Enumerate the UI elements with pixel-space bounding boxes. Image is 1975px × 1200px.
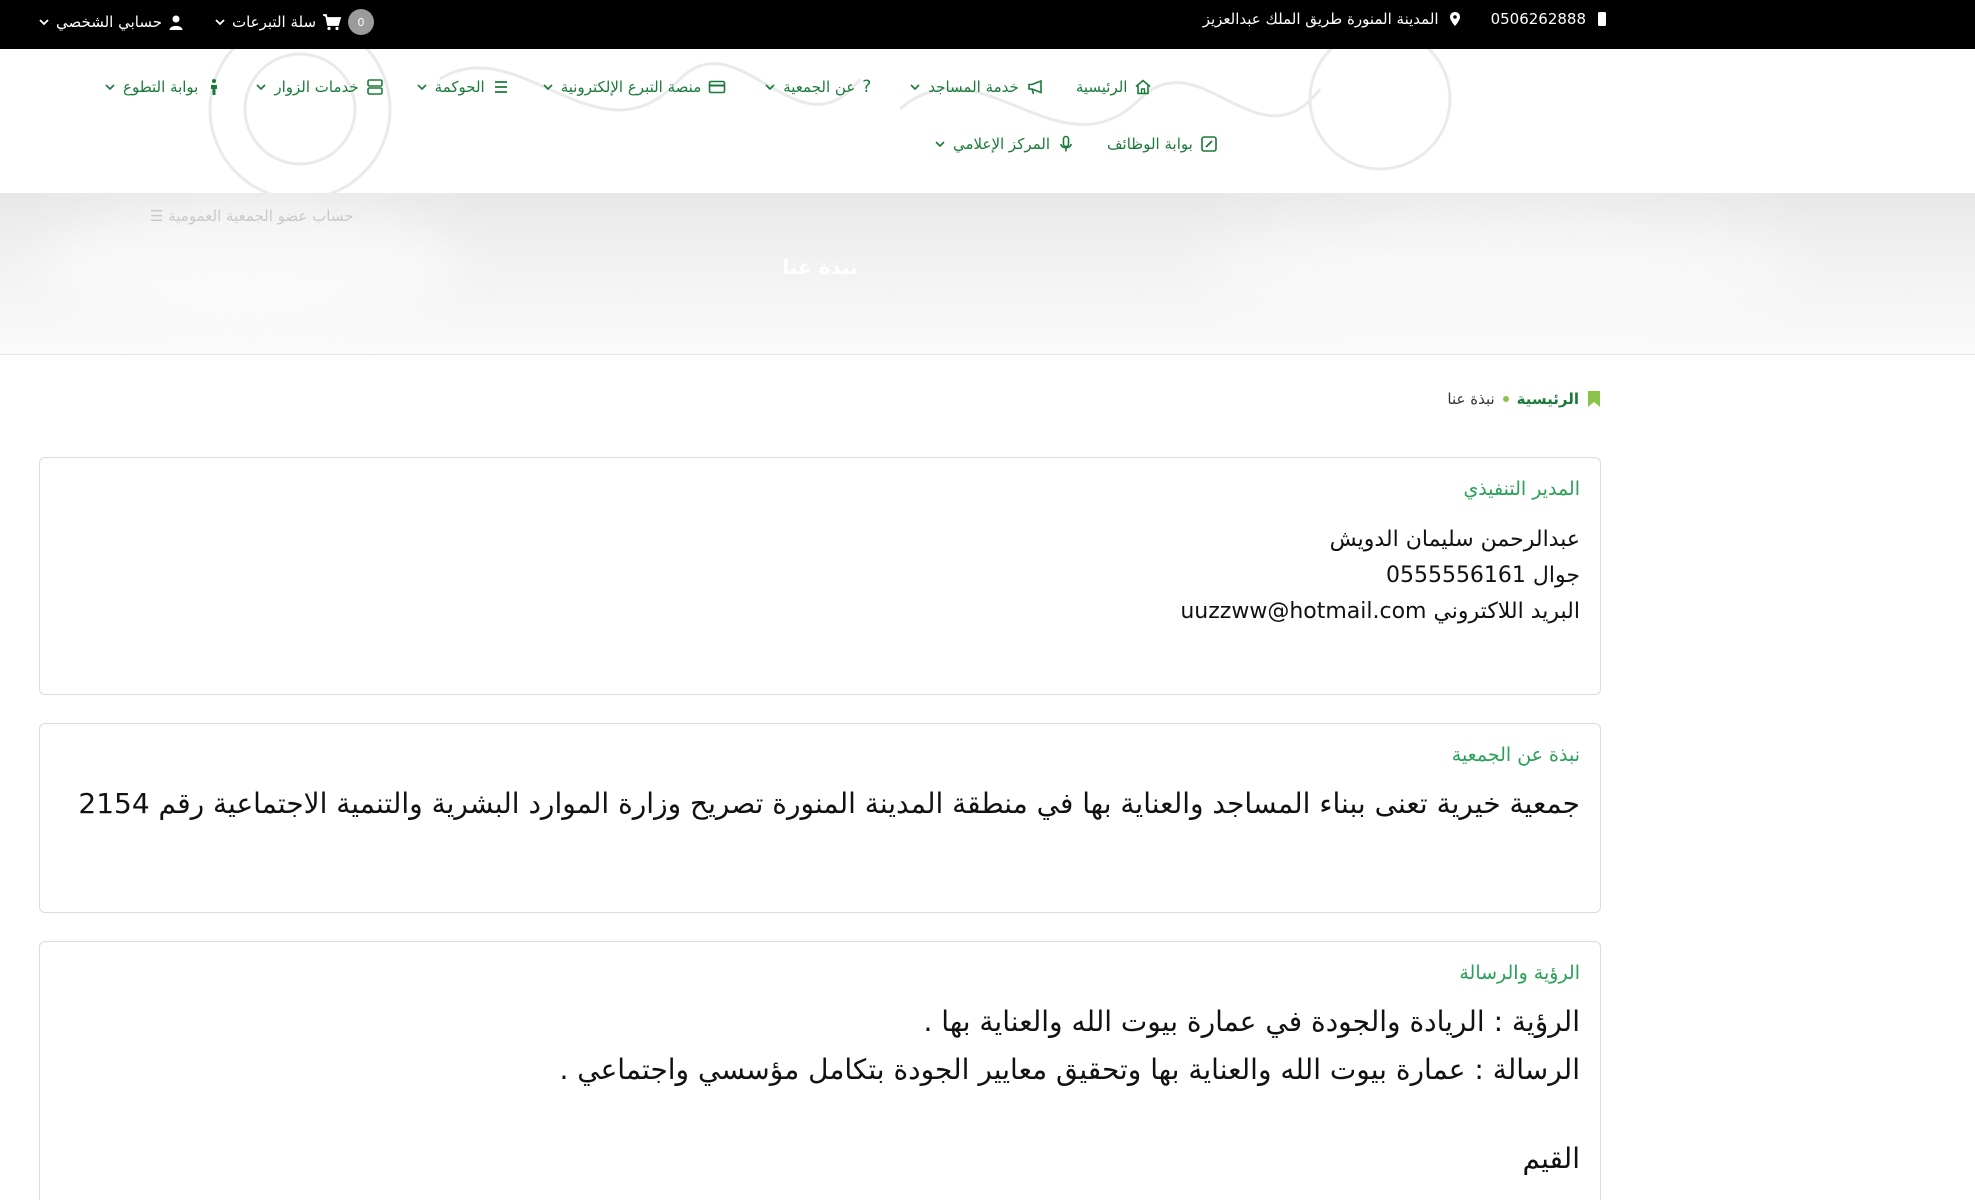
home-icon <box>1135 79 1152 95</box>
person-icon <box>211 79 218 95</box>
nav-item-media-center[interactable]: المركز الإعلامي <box>934 135 1075 153</box>
about-text: جمعية خيرية تعنى ببناء المساجد والعناية … <box>78 787 1580 820</box>
phone-text[interactable]: 0506262888 <box>1491 10 1586 28</box>
chevron-down-icon <box>39 19 49 26</box>
microphone-icon <box>1060 135 1072 152</box>
card-title: الرؤية والرسالة <box>1459 962 1580 984</box>
server-icon <box>366 79 383 95</box>
mission-text: الرسالة : عمارة بيوت الله والعناية بها و… <box>559 1053 1580 1086</box>
card-title: المدير التنفيذي <box>1463 478 1580 500</box>
cart-count-badge: 0 <box>348 9 375 35</box>
nav-label: الحوكمة <box>434 78 485 96</box>
user-area: حسابي الشخصي سلة التبرعات 0 <box>38 9 375 35</box>
list-icon: ☰ <box>150 207 164 225</box>
chevron-down-icon <box>543 84 553 91</box>
chevron-down-icon <box>910 84 920 91</box>
chevron-down-icon <box>215 19 225 26</box>
card-title: نبذة عن الجمعية <box>1451 744 1580 766</box>
page-title: نبذة عنا <box>782 255 858 279</box>
cart-label: سلة التبرعات <box>231 13 317 31</box>
bookmark-icon <box>1588 391 1600 407</box>
nav-item-donation-platform[interactable]: منصة التبرع الإلكترونية <box>542 78 727 96</box>
account-label: حسابي الشخصي <box>56 13 162 31</box>
nav-item-jobs[interactable]: بوابة الوظائف <box>1107 135 1218 153</box>
user-icon <box>169 15 183 30</box>
nav-label: الرئيسية <box>1075 78 1128 96</box>
nav-label: المركز الإعلامي <box>953 135 1051 153</box>
donation-cart[interactable]: سلة التبرعات 0 <box>214 9 375 35</box>
main-navigation: بوابة التطوع خدمات الزوار الحوكمة منصة ا… <box>0 49 1975 193</box>
nav-label: عن الجمعية <box>783 78 856 96</box>
breadcrumb-separator <box>1502 396 1509 402</box>
megaphone-icon <box>1028 79 1042 95</box>
address-text: المدينة المنورة طريق الملك عبدالعزيز <box>1202 10 1439 28</box>
top-bar: حسابي الشخصي سلة التبرعات 0 المدينة المن… <box>0 0 1975 49</box>
nav-label: بوابة الوظائف <box>1107 135 1193 153</box>
breadcrumb-home[interactable]: الرئيسية <box>1517 390 1579 408</box>
account-menu[interactable]: حسابي الشخصي <box>38 13 184 31</box>
question-icon: ? <box>862 77 872 97</box>
decorative-ornament <box>208 49 1452 193</box>
director-email: البريد اللاكتروني uuzzww@hotmail.com <box>1180 599 1580 624</box>
list-icon <box>494 81 507 93</box>
chevron-down-icon <box>417 84 427 91</box>
director-name: عبدالرحمن سليمان الدويش <box>1329 527 1580 552</box>
nav-row-primary: بوابة التطوع خدمات الزوار الحوكمة منصة ا… <box>104 77 1152 97</box>
member-account-link[interactable]: حساب عضو الجمعية العمومية ☰ <box>150 207 354 225</box>
credit-card-icon <box>708 80 726 94</box>
nav-label: خدمات الزوار <box>274 78 359 96</box>
executive-director-card: المدير التنفيذي عبدالرحمن سليمان الدويش … <box>39 457 1601 695</box>
member-account-label: حساب عضو الجمعية العمومية <box>168 207 354 225</box>
vision-mission-card: الرؤية والرسالة الرؤية : الريادة والجودة… <box>39 941 1601 1200</box>
nav-item-mosque-services[interactable]: خدمة المساجد <box>909 78 1044 96</box>
chevron-down-icon <box>935 141 945 148</box>
mobile-phone-icon <box>1598 12 1606 26</box>
nav-label: منصة التبرع الإلكترونية <box>560 78 702 96</box>
edit-square-icon <box>1201 136 1217 152</box>
nav-item-visitor-services[interactable]: خدمات الزوار <box>255 78 383 96</box>
chevron-down-icon <box>256 84 266 91</box>
values-heading: القيم <box>1522 1142 1580 1175</box>
nav-item-governance[interactable]: الحوكمة <box>416 78 510 96</box>
nav-label: خدمة المساجد <box>928 78 1019 96</box>
breadcrumb: الرئيسية نبذة عنا <box>1447 390 1601 408</box>
map-pin-icon <box>1449 12 1460 26</box>
nav-item-volunteer[interactable]: بوابة التطوع <box>104 78 223 96</box>
nav-item-about[interactable]: عن الجمعية ? <box>764 77 871 97</box>
contact-info: المدينة المنورة طريق الملك عبدالعزيز 050… <box>1203 10 1610 28</box>
cart-icon <box>323 14 342 31</box>
vision-text: الرؤية : الريادة والجودة في عمارة بيوت ا… <box>923 1005 1580 1038</box>
director-mobile: جوال 0555556161 <box>1385 563 1580 588</box>
nav-item-home[interactable]: الرئيسية <box>1076 78 1153 96</box>
chevron-down-icon <box>105 84 115 91</box>
about-association-card: نبذة عن الجمعية جمعية خيرية تعنى ببناء ا… <box>39 723 1601 913</box>
nav-label: بوابة التطوع <box>123 78 199 96</box>
chevron-down-icon <box>765 84 775 91</box>
breadcrumb-current: نبذة عنا <box>1447 390 1495 408</box>
page-banner: حساب عضو الجمعية العمومية ☰ نبذة عنا <box>0 193 1975 355</box>
nav-row-secondary: المركز الإعلامي بوابة الوظائف <box>934 135 1218 153</box>
